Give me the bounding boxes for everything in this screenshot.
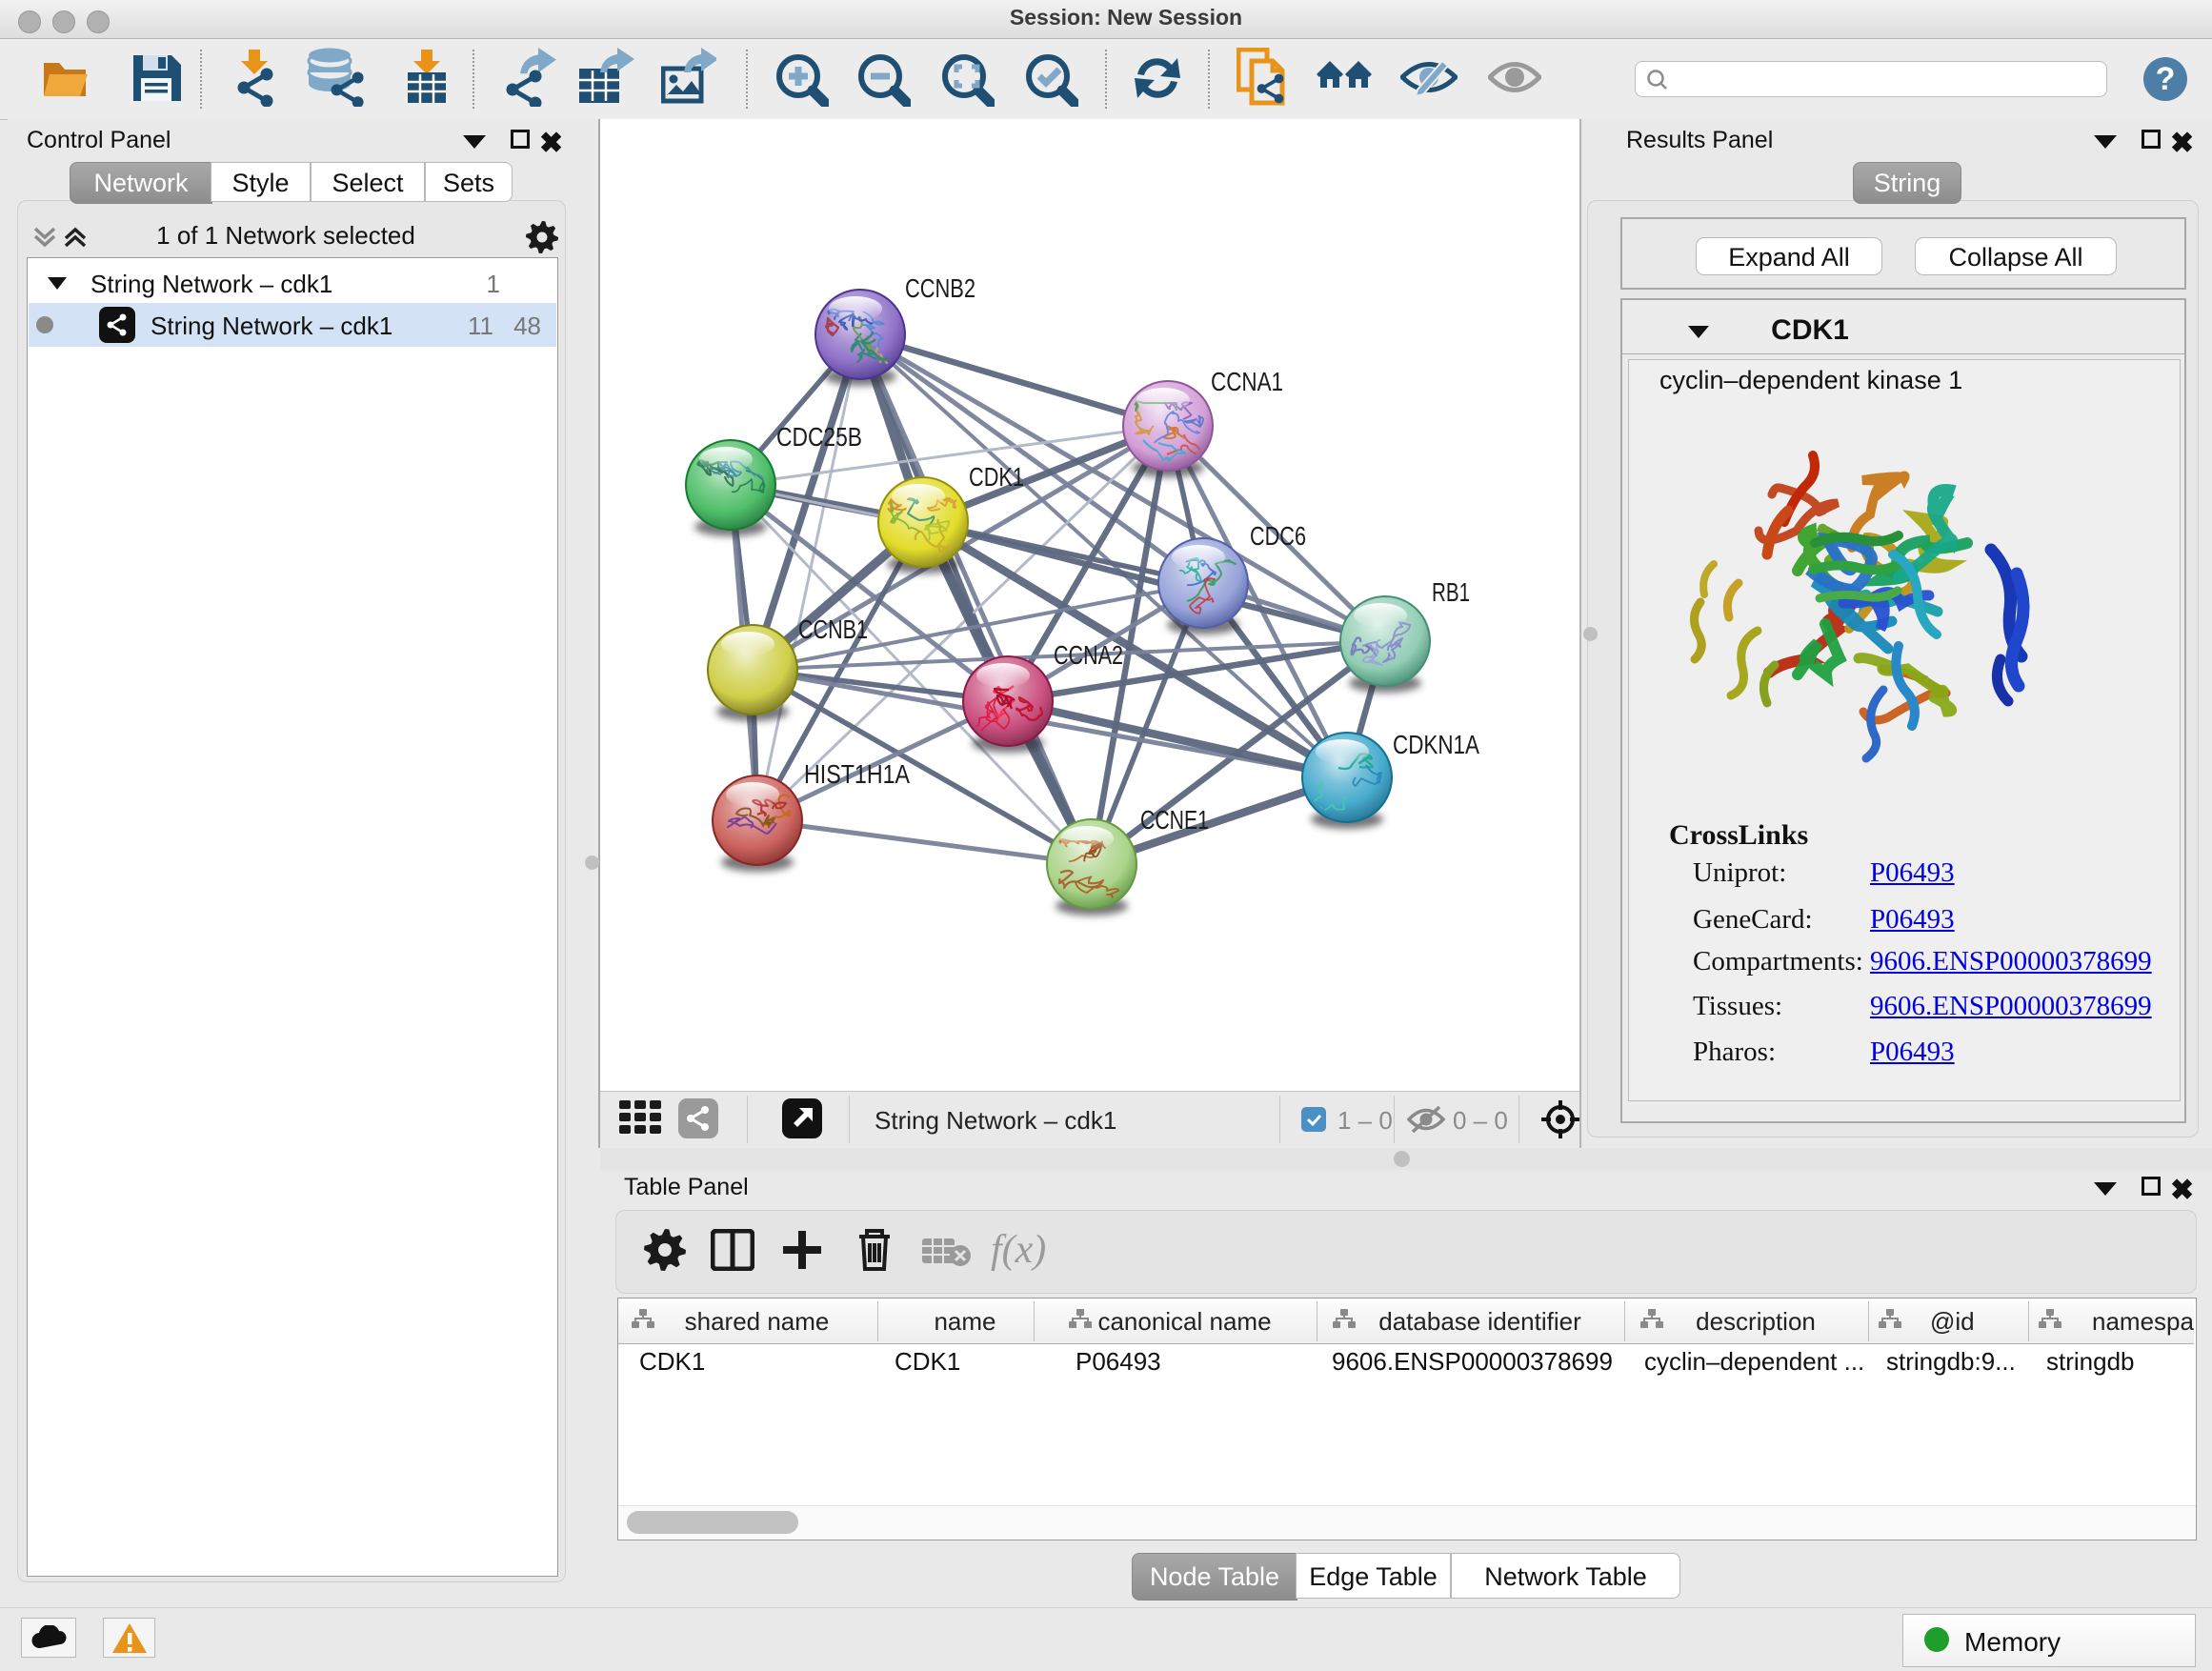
svg-text:CDKN1A: CDKN1A: [1393, 730, 1479, 759]
svg-text:CCNA2: CCNA2: [1054, 640, 1123, 670]
svg-text:CCNB1: CCNB1: [798, 614, 868, 644]
svg-text:RB1: RB1: [1432, 577, 1470, 607]
svg-text:CDC25B: CDC25B: [776, 422, 862, 452]
svg-text:CDC6: CDC6: [1250, 521, 1306, 551]
svg-text:CCNB2: CCNB2: [905, 273, 975, 303]
svg-text:CDK1: CDK1: [969, 462, 1024, 492]
svg-text:CCNA1: CCNA1: [1211, 367, 1283, 396]
svg-text:CCNE1: CCNE1: [1140, 805, 1209, 835]
svg-text:HIST1H1A: HIST1H1A: [804, 759, 910, 789]
